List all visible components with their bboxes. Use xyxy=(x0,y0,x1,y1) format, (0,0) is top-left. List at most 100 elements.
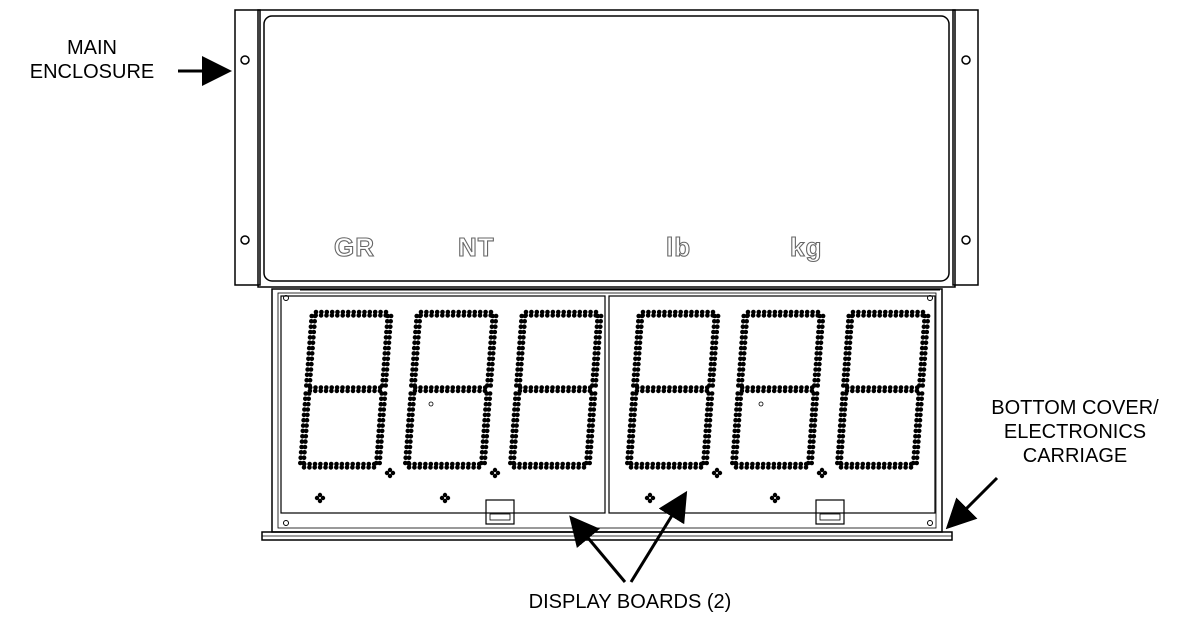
led-dot xyxy=(709,396,714,402)
led-dot xyxy=(645,388,650,394)
led-dot xyxy=(810,450,815,455)
led-dot xyxy=(633,401,638,407)
led-dot xyxy=(812,423,817,428)
led-dot xyxy=(744,465,749,470)
led-dot xyxy=(735,428,741,434)
led-dot xyxy=(591,412,596,418)
led-dot xyxy=(560,465,565,470)
led-dot xyxy=(860,465,865,470)
led-dot xyxy=(813,412,818,418)
arrow-display-board-left xyxy=(569,515,627,583)
led-dot xyxy=(756,313,761,318)
led-dot xyxy=(712,361,717,367)
led-dot xyxy=(576,465,581,470)
led-dot xyxy=(704,460,709,466)
led-dot xyxy=(415,345,420,351)
led-dot xyxy=(846,356,852,362)
callout-display-boards: DISPLAY BOARDS (2) xyxy=(528,591,732,613)
led-dot xyxy=(387,335,392,340)
led-dot xyxy=(917,423,922,428)
led-dot xyxy=(750,388,755,394)
led-dot xyxy=(409,423,414,428)
led-dot xyxy=(893,388,898,394)
led-dot xyxy=(842,412,847,418)
led-dot xyxy=(898,313,904,318)
led-dot xyxy=(323,465,328,470)
led-dot xyxy=(634,377,640,383)
led-dot xyxy=(355,465,361,470)
led-dot xyxy=(301,460,307,466)
led-dot xyxy=(490,361,495,367)
led-dot xyxy=(302,450,307,455)
led-dot xyxy=(766,465,771,470)
led-dot xyxy=(818,340,824,346)
led-dot xyxy=(444,388,450,394)
led-dot xyxy=(839,450,844,455)
led-dot xyxy=(310,345,315,351)
led-dot xyxy=(918,407,924,412)
led-dot xyxy=(656,388,661,394)
led-dot xyxy=(639,465,644,470)
led-dot xyxy=(820,319,825,324)
led-dot xyxy=(777,313,783,318)
led-dot xyxy=(639,313,645,319)
mounting-hole xyxy=(240,235,250,245)
led-dot xyxy=(844,377,850,383)
led-dot xyxy=(871,388,877,394)
led-dot xyxy=(380,417,386,423)
led-dot xyxy=(450,313,456,318)
connector-latch xyxy=(485,499,515,525)
led-dot xyxy=(847,340,853,346)
led-dot xyxy=(630,428,636,434)
led-dot xyxy=(588,450,593,455)
led-dot xyxy=(450,388,455,394)
led-dot xyxy=(307,377,313,383)
led-dot xyxy=(466,388,472,394)
led-dot xyxy=(849,324,854,330)
led-dot xyxy=(740,372,745,378)
led-dot xyxy=(482,388,488,394)
led-dot xyxy=(439,388,445,394)
led-dot xyxy=(750,313,756,318)
led-dot xyxy=(744,324,749,330)
led-dot xyxy=(412,388,418,394)
led-dot xyxy=(814,401,819,407)
led-dot xyxy=(742,340,748,346)
led-dot xyxy=(313,388,318,394)
led-dot xyxy=(377,388,383,394)
led-dot xyxy=(677,465,682,470)
led-dot xyxy=(633,396,638,402)
led-dot xyxy=(516,396,521,402)
led-dot xyxy=(485,417,491,423)
led-dot xyxy=(904,313,909,318)
led-dot xyxy=(919,391,925,396)
led-dot xyxy=(735,439,740,444)
led-dot xyxy=(493,313,499,319)
led-dot xyxy=(714,329,720,335)
led-dot xyxy=(595,361,600,367)
led-dot xyxy=(903,465,908,470)
led-dot xyxy=(876,465,881,470)
led-dot xyxy=(329,313,335,318)
led-dot xyxy=(661,388,667,394)
led-dot xyxy=(711,372,716,378)
led-dot xyxy=(417,313,423,319)
led-dot xyxy=(645,313,651,318)
led-dot xyxy=(771,465,776,470)
led-dot xyxy=(841,423,846,428)
led-dot xyxy=(712,356,718,362)
led-dot xyxy=(635,367,641,372)
led-dot xyxy=(838,465,844,470)
led-dot xyxy=(708,407,714,412)
connector-latch xyxy=(815,499,845,525)
led-dot xyxy=(865,465,871,470)
led-dot xyxy=(782,388,788,394)
led-dot xyxy=(682,465,688,470)
led-dot xyxy=(351,313,356,318)
led-dot xyxy=(713,340,719,346)
callout-line: ELECTRONICS xyxy=(1003,421,1147,443)
led-dot xyxy=(922,351,928,356)
led-dot xyxy=(672,388,677,394)
led-dot xyxy=(416,335,421,340)
led-dot xyxy=(708,412,713,418)
